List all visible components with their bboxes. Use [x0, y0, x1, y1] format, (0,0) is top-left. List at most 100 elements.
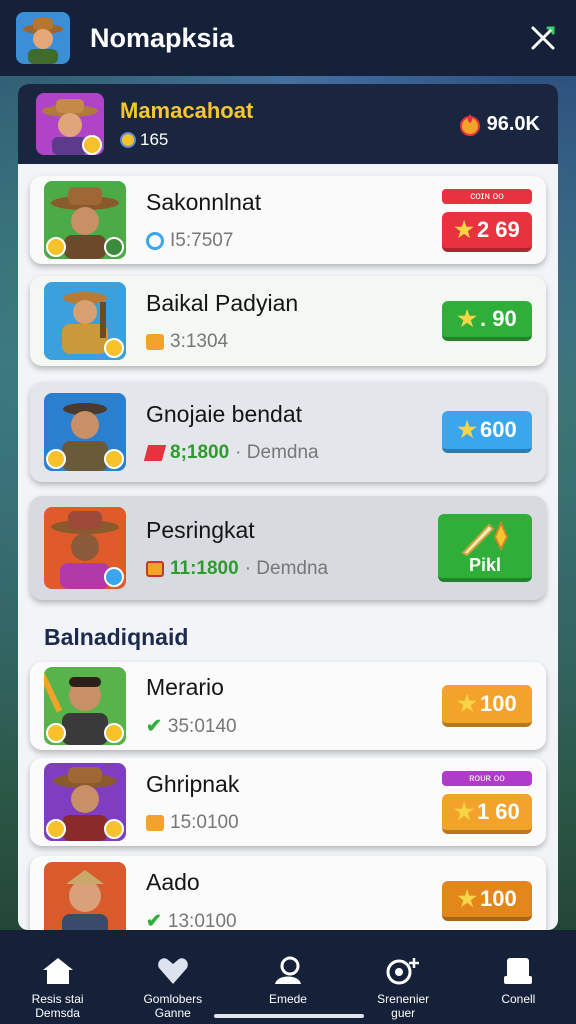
- item-name: Aado: [146, 869, 200, 895]
- list-item[interactable]: Baikal Padyian 3:1304 ★ . 90: [30, 276, 546, 366]
- player-coins-value: 96.0K: [486, 112, 540, 135]
- section-title: Balnadiqnaid: [44, 624, 189, 650]
- list-item[interactable]: Gnojaie bendat 8;1800 · Demdna ★ 600: [30, 382, 546, 482]
- star-icon: ★: [457, 886, 477, 911]
- nav-item-home[interactable]: Resis stai Demsda: [3, 956, 113, 1020]
- item-name: Ghripnak: [146, 770, 240, 797]
- shield-badge-icon: [104, 567, 124, 587]
- claim-button[interactable]: ★ 1 60: [442, 793, 532, 834]
- claim-button-label: 2 69: [476, 216, 520, 242]
- app-avatar-icon: [16, 12, 70, 64]
- star-icon: ★: [457, 691, 477, 716]
- item-stat-value: 8;1800: [170, 441, 230, 463]
- claim-button-label: 100: [480, 886, 517, 911]
- item-stat: 15:0100: [146, 812, 442, 834]
- item-name: Baikal Padyian: [146, 289, 299, 316]
- claim-button[interactable]: ★ 100: [442, 685, 532, 727]
- star-icon: ★: [454, 798, 474, 824]
- list-item[interactable]: Aado ✔ 13:0100 ★ 100: [30, 856, 546, 930]
- player-name: Mamacahoat: [120, 98, 254, 123]
- nav-item-profile[interactable]: Emede: [233, 956, 343, 1006]
- item-name: Pesringkat: [146, 516, 255, 543]
- character-avatar: [44, 862, 126, 930]
- nav-item-inbox[interactable]: Conell: [463, 956, 573, 1006]
- check-icon: ✔: [146, 911, 162, 930]
- home-indicator[interactable]: [214, 1014, 364, 1018]
- item-stat-value: 35:0140: [167, 715, 237, 737]
- app-header: Nomapksia: [0, 0, 576, 76]
- item-name: Merario: [146, 674, 224, 700]
- nav-label: Emede: [268, 992, 307, 1006]
- item-stat-value: 11:1800: [170, 557, 239, 579]
- coin-badge-icon: [104, 819, 124, 839]
- coin-badge-icon: [104, 338, 124, 358]
- coin-badge-icon: [46, 819, 66, 839]
- star-icon: ★: [454, 216, 474, 242]
- coin-badge-icon: [104, 449, 124, 469]
- item-stat-extra: · Demdna: [235, 441, 319, 463]
- nav-label: Conell: [501, 992, 536, 1006]
- coin-badge-icon: [46, 723, 66, 743]
- sword-icon: [461, 520, 509, 557]
- claim-button[interactable]: ★ . 90: [442, 301, 532, 341]
- character-avatar: [44, 181, 126, 259]
- level-coin-icon: [120, 132, 136, 148]
- star-icon: ★: [457, 417, 477, 442]
- close-button[interactable]: [526, 21, 560, 55]
- app-title: Nomapksia: [90, 22, 235, 53]
- nav-item-favorites[interactable]: Gomlobers Ganne: [118, 956, 228, 1020]
- profile-icon: [274, 956, 301, 984]
- inbox-icon: [504, 958, 533, 984]
- claim-button-label: 1 60: [476, 798, 520, 824]
- star-icon: ★: [457, 306, 478, 331]
- claim-button[interactable]: ★ 2 69: [442, 211, 532, 252]
- item-name: Gnojaie bendat: [146, 400, 303, 427]
- character-avatar: [44, 507, 126, 589]
- list-item[interactable]: Merario ✔ 35:0140 ★ 100: [30, 662, 546, 750]
- list-item[interactable]: Sakonnlnat I5:7507 ᴄᴏɪɴ ᴏᴏ ★ 2 69: [30, 176, 546, 264]
- item-stat: 8;1800 · Demdna: [143, 441, 442, 464]
- coin-badge-icon: [104, 237, 124, 257]
- nav-label: Srenenier guer: [377, 992, 430, 1020]
- item-tag: ᴄᴏɪɴ ᴏᴏ: [442, 188, 532, 204]
- chest-icon: [146, 560, 164, 577]
- flame-coin-icon: [459, 114, 480, 136]
- player-coins: 96.0K: [459, 112, 540, 136]
- player-summary: Mamacahoat 165 96.0K: [18, 84, 558, 164]
- nav-label: Gomlobers Ganne: [143, 992, 203, 1020]
- player-avatar[interactable]: [36, 93, 104, 155]
- item-stat: 3:1304: [146, 331, 442, 353]
- item-stat-value: 15:0100: [170, 811, 239, 833]
- nav-label: Resis stai Demsda: [31, 992, 84, 1020]
- close-x-icon: [531, 26, 555, 50]
- character-avatar: [44, 763, 126, 841]
- nav-item-friends[interactable]: Srenenier guer: [348, 956, 458, 1020]
- character-avatar: [44, 667, 126, 745]
- coin-badge-icon: [104, 723, 124, 743]
- list-item[interactable]: Pesringkat 11:1800 · Demdna Pikl: [30, 496, 546, 600]
- item-stat-value: I5:7507: [170, 229, 234, 251]
- claim-button[interactable]: ★ 100: [442, 881, 532, 921]
- pick-button[interactable]: Pikl: [438, 514, 532, 582]
- gem-icon: [143, 444, 167, 461]
- claim-button[interactable]: ★ 600: [442, 411, 532, 453]
- item-stat-value: 3:1304: [170, 330, 229, 352]
- check-icon: ✔: [146, 716, 162, 737]
- item-stat-extra: · Demdna: [244, 557, 329, 579]
- character-avatar: [44, 393, 126, 471]
- claim-button-label: 600: [480, 417, 517, 442]
- coin-badge-icon: [46, 449, 66, 469]
- chest-icon: [146, 333, 164, 350]
- item-stat: ✔ 13:0100: [146, 910, 442, 931]
- claim-button-label: 100: [480, 691, 517, 716]
- item-stat: I5:7507: [146, 230, 442, 252]
- home-icon: [42, 958, 73, 984]
- player-level: 165: [120, 130, 459, 150]
- item-stat: 11:1800 · Demdna: [146, 558, 438, 580]
- leaderboard-panel: Mamacahoat 165 96.0K Sakonnlnat I5:7507 …: [18, 84, 558, 930]
- player-level-value: 165: [140, 130, 169, 149]
- claim-button-label: . 90: [480, 306, 517, 331]
- item-name: Sakonnlnat: [146, 188, 262, 215]
- list-item[interactable]: Ghripnak 15:0100 ʀᴏᴜʀ ᴏᴏ ★ 1 60: [30, 758, 546, 846]
- heart-icon: [157, 958, 188, 984]
